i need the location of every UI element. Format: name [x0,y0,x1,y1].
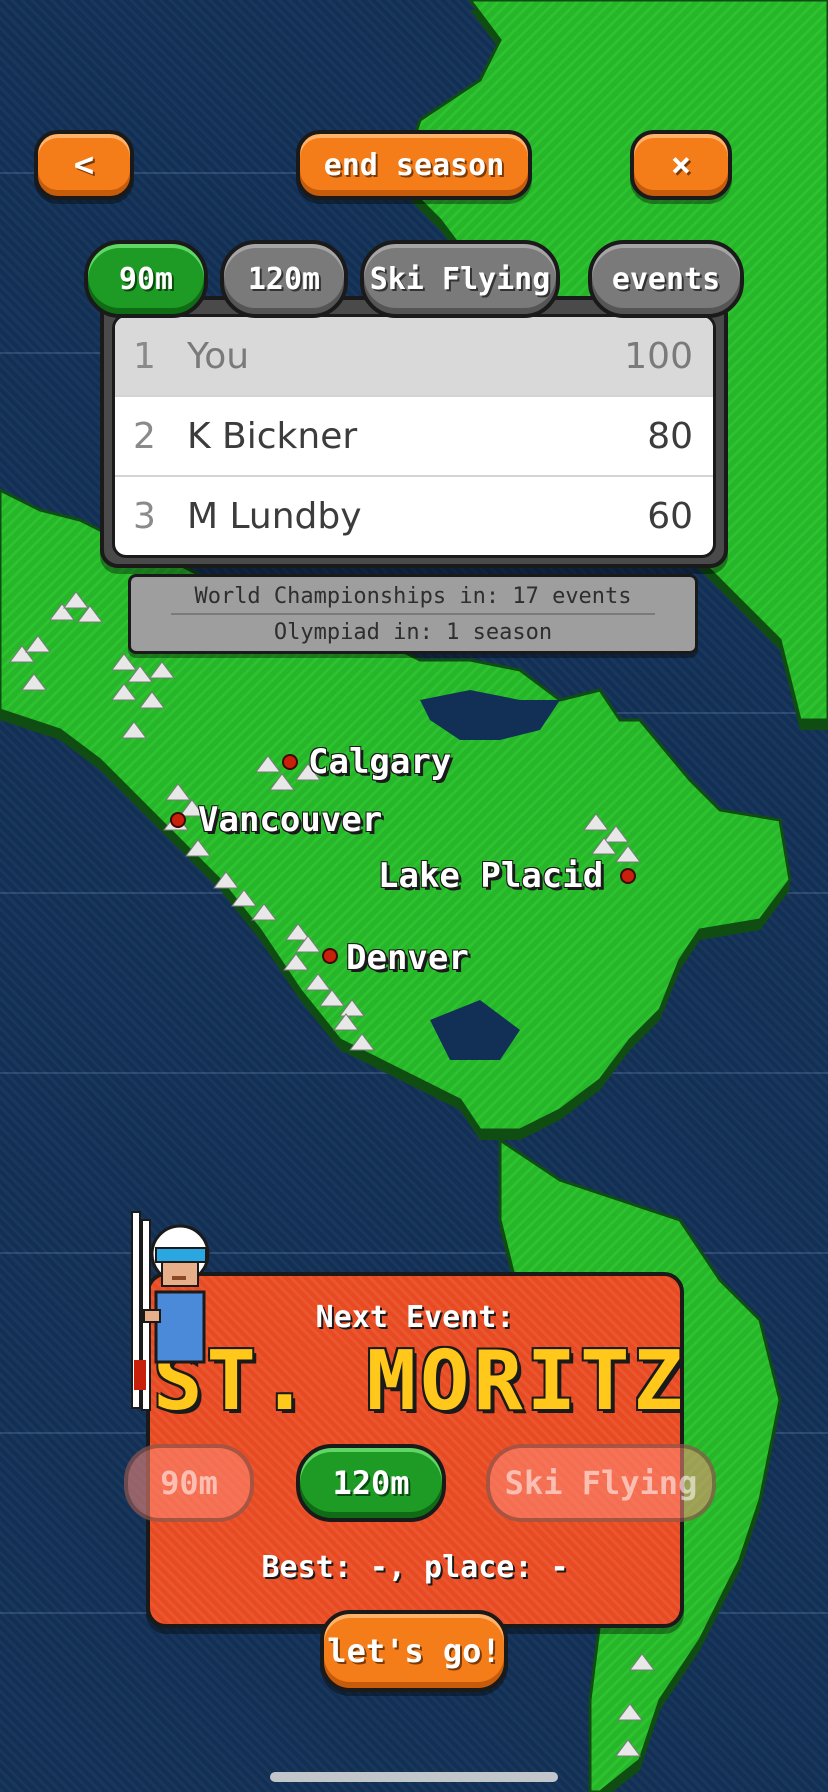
city-label-calgary[interactable]: Calgary [308,742,451,782]
hill-label: 90m [160,1464,218,1502]
hill-90m-button[interactable]: 90m [124,1444,254,1522]
city-label-vancouver[interactable]: Vancouver [198,800,382,840]
city-dot-lakeplacid [620,868,636,884]
world-championships-countdown: World Championships in: 17 events [171,577,655,615]
row-points: 80 [647,415,693,457]
row-rank: 3 [133,495,156,537]
end-season-label: end season [323,147,505,183]
city-label-lake-placid[interactable]: Lake Placid [378,856,603,896]
home-indicator[interactable] [270,1772,558,1782]
tab-label: Ski Flying [369,261,551,297]
row-rank: 2 [133,415,156,457]
tab-events[interactable]: events [588,240,744,318]
back-label: < [73,145,95,185]
back-button[interactable]: < [34,130,134,200]
lets-go-button[interactable]: let's go! [320,1610,508,1692]
tab-label: 90m [118,261,174,297]
season-info-box: World Championships in: 17 events Olympi… [128,574,698,654]
hill-ski-flying-button[interactable]: Ski Flying [486,1444,716,1522]
hill-label: Ski Flying [504,1464,698,1502]
close-icon: × [670,145,692,185]
city-dot-calgary [282,754,298,770]
lets-go-label: let's go! [327,1632,501,1670]
city-dot-denver [322,948,338,964]
standings-row: 3 M Lundby 60 [115,477,713,555]
row-name: You [187,335,250,377]
tab-90m[interactable]: 90m [84,240,208,318]
best-result: Best: -, place: - [261,1550,569,1585]
skier-avatar [131,1211,210,1411]
standings-row: 1 You 100 [115,317,713,397]
hill-label: 120m [332,1464,410,1502]
tab-ski-flying[interactable]: Ski Flying [360,240,560,318]
row-points: 100 [624,335,693,377]
standings-row: 2 K Bickner 80 [115,397,713,477]
hill-120m-button[interactable]: 120m [296,1444,446,1522]
row-name: K Bickner [187,415,358,457]
tab-label: 120m [247,261,321,297]
tab-label: events [611,261,721,297]
next-event-label: Next Event: [315,1300,515,1335]
standings-list: 1 You 100 2 K Bickner 80 3 M Lundby 60 [112,314,716,558]
row-name: M Lundby [187,495,362,537]
city-dot-vancouver [170,812,186,828]
row-rank: 1 [133,335,156,377]
olympiad-countdown: Olympiad in: 1 season [273,620,553,645]
tab-120m[interactable]: 120m [220,240,348,318]
city-label-denver[interactable]: Denver [346,938,469,978]
row-points: 60 [647,495,693,537]
close-button[interactable]: × [630,130,732,200]
end-season-button[interactable]: end season [296,130,532,200]
